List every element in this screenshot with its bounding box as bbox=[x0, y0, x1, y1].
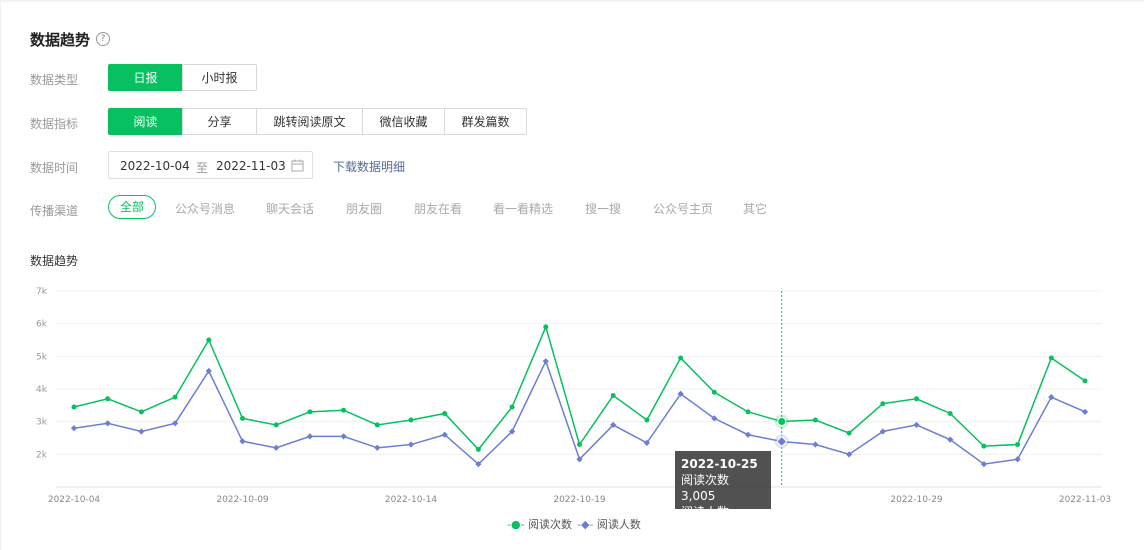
legend-label-readers: 阅读人数 bbox=[596, 518, 641, 531]
data-point-reads bbox=[1082, 378, 1088, 384]
y-tick-label: 2k bbox=[36, 450, 48, 460]
data-point-reads bbox=[172, 394, 178, 400]
data-point-reads bbox=[678, 355, 684, 361]
trend-card: 数据趋势 ? 数据类型 日报 小时报 数据指标 阅读 分享 跳转阅读原文 微信收… bbox=[0, 0, 1144, 550]
data-point-reads bbox=[374, 422, 380, 428]
legend-item-readers[interactable]: -◆- 阅读人数 bbox=[577, 516, 641, 532]
data-point-reads bbox=[711, 389, 717, 395]
data-point-readers bbox=[913, 421, 920, 429]
data-point-readers bbox=[70, 425, 78, 432]
data-point-readers bbox=[239, 438, 246, 445]
x-tick-label: 2022-11-03 bbox=[1059, 495, 1111, 505]
series-line-reads bbox=[73, 324, 1086, 451]
tooltip-reads: 阅读次数 3,005 bbox=[681, 473, 730, 503]
data-point-reads bbox=[947, 411, 953, 416]
data-point-reads bbox=[745, 409, 751, 415]
y-tick-label: 3k bbox=[36, 418, 48, 428]
data-point-reads bbox=[71, 404, 77, 410]
data-point-readers bbox=[273, 444, 280, 451]
data-point-reads bbox=[577, 442, 582, 448]
data-point-reads bbox=[206, 337, 212, 343]
legend-marker-reads-icon: -●- bbox=[507, 518, 525, 531]
tooltip-date: 2022-10-25 bbox=[681, 457, 758, 471]
series-line-readers bbox=[73, 359, 1086, 466]
data-point-readers bbox=[1081, 408, 1089, 415]
chart-tooltip: 2022-10-25 阅读次数 3,005 阅读人数 2,394 bbox=[675, 451, 771, 535]
trend-chart: 2k 3k 4k 5k 6k 7k 2022-10-04 2022-10-09 2022-10-… bbox=[36, 287, 1111, 505]
y-tick-label: 5k bbox=[36, 352, 48, 362]
data-point-reads bbox=[475, 446, 481, 452]
data-point-reads bbox=[914, 396, 919, 402]
data-point-reads bbox=[610, 393, 616, 399]
x-tick-label: 2022-10-29 bbox=[890, 495, 943, 505]
data-point-reads bbox=[543, 324, 549, 330]
data-point-readers bbox=[138, 428, 145, 435]
data-point-reads bbox=[240, 415, 245, 421]
data-point-reads bbox=[341, 407, 347, 413]
data-point-readers bbox=[340, 433, 347, 440]
x-tick-label: 2022-10-19 bbox=[553, 495, 606, 505]
highlight-point-reads bbox=[777, 417, 787, 427]
x-tick-label: 2022-10-04 bbox=[48, 495, 101, 505]
x-tick-label: 2022-10-14 bbox=[385, 495, 438, 505]
data-point-readers bbox=[306, 433, 314, 440]
legend-marker-readers-icon: -◆- bbox=[577, 518, 594, 531]
data-point-reads bbox=[812, 417, 818, 423]
data-point-reads bbox=[644, 417, 650, 423]
y-tick-label: 7k bbox=[36, 287, 48, 297]
data-point-readers bbox=[812, 441, 819, 448]
data-point-readers bbox=[407, 441, 415, 448]
data-point-readers bbox=[374, 444, 381, 451]
tooltip-readers: 阅读人数 2,394 bbox=[681, 505, 730, 535]
data-point-reads bbox=[509, 404, 515, 410]
data-point-reads bbox=[138, 409, 144, 415]
data-point-readers bbox=[1048, 394, 1055, 401]
data-point-reads bbox=[273, 422, 279, 428]
legend-label-reads: 阅读次数 bbox=[528, 518, 573, 531]
data-point-reads bbox=[981, 443, 987, 449]
data-point-reads bbox=[880, 401, 886, 407]
data-point-reads bbox=[1048, 355, 1054, 361]
y-tick-label: 6k bbox=[36, 320, 48, 330]
x-tick-label: 2022-10-09 bbox=[216, 495, 269, 505]
data-point-reads bbox=[1015, 442, 1021, 448]
data-point-readers bbox=[1014, 456, 1021, 463]
data-point-reads bbox=[307, 409, 313, 415]
data-point-readers bbox=[104, 420, 111, 427]
y-tick-label: 4k bbox=[36, 385, 48, 395]
legend-item-reads[interactable]: -●- 阅读次数 bbox=[507, 516, 572, 532]
data-point-reads bbox=[846, 430, 852, 436]
data-point-readers bbox=[744, 431, 752, 438]
data-point-reads bbox=[442, 411, 448, 416]
data-point-readers bbox=[542, 358, 549, 365]
data-point-reads bbox=[105, 396, 111, 402]
data-point-reads bbox=[408, 417, 414, 423]
